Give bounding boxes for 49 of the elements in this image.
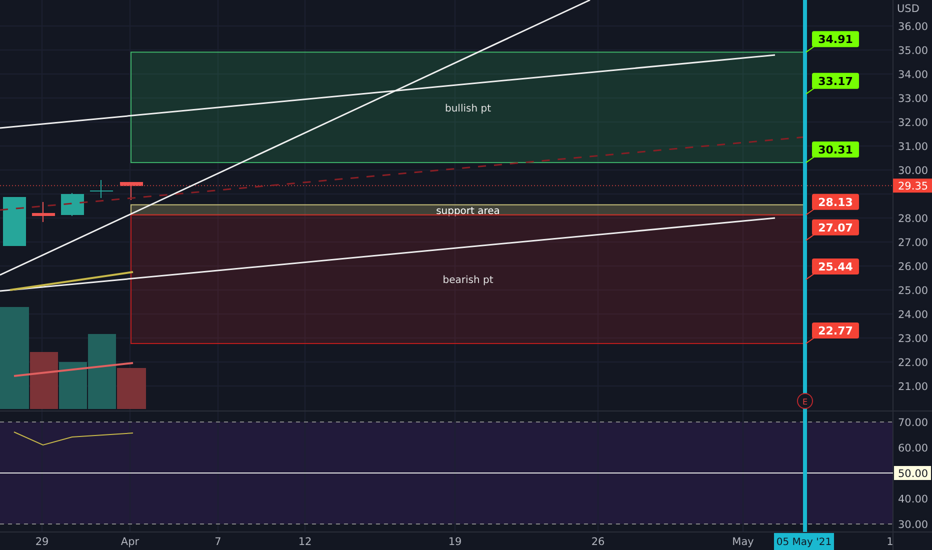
time-tick: 29 bbox=[35, 536, 49, 548]
price-target-label: 25.44 bbox=[812, 258, 859, 274]
leader-line bbox=[806, 86, 816, 94]
price-tick: 32.00 bbox=[898, 117, 928, 129]
price-target-label: 28.13 bbox=[812, 194, 859, 210]
leader-line bbox=[806, 155, 816, 164]
rsi-tick: 30.00 bbox=[898, 519, 928, 531]
rsi-tick: 70.00 bbox=[898, 417, 928, 429]
zone-label: bullish pt bbox=[445, 103, 491, 114]
price-target-label: 22.77 bbox=[812, 322, 859, 339]
price-tick: 28.00 bbox=[898, 213, 928, 225]
price-tick: 22.00 bbox=[898, 357, 928, 369]
price-tick: 35.00 bbox=[898, 45, 928, 57]
price-tick: 30.00 bbox=[898, 165, 928, 177]
time-tick: May bbox=[732, 536, 754, 548]
leader-line bbox=[806, 336, 816, 344]
price-tick: 24.00 bbox=[898, 309, 928, 321]
time-tick: Apr bbox=[120, 536, 140, 548]
rsi-tick: 60.00 bbox=[898, 442, 928, 454]
time-tick: 26 bbox=[591, 536, 605, 548]
rsi-tick: 40.00 bbox=[898, 494, 928, 506]
rsi-midline-label: 50.00 bbox=[894, 466, 931, 480]
price-tick: 25.00 bbox=[898, 285, 928, 297]
price-tick: 21.00 bbox=[898, 381, 928, 393]
time-tick: 1 bbox=[886, 536, 894, 548]
leader-line bbox=[806, 44, 816, 53]
leader-line bbox=[806, 232, 816, 241]
zone-label: support area bbox=[436, 206, 500, 217]
price-target-label: 30.31 bbox=[812, 142, 859, 158]
price-target-label: 27.07 bbox=[812, 219, 859, 236]
price-tick: 26.00 bbox=[898, 261, 928, 273]
leader-line bbox=[806, 272, 816, 280]
price-target-label: 33.17 bbox=[812, 72, 859, 89]
time-tick: 7 bbox=[214, 536, 222, 548]
price-tick: 31.00 bbox=[898, 141, 928, 153]
date-cursor-label: 05 May '21 bbox=[774, 533, 834, 550]
price-tick: 36.00 bbox=[898, 21, 928, 33]
last-price-label: 29.35 bbox=[893, 178, 932, 193]
price-tick: 34.00 bbox=[898, 69, 928, 81]
time-tick: 12 bbox=[298, 536, 312, 548]
earnings-marker: E bbox=[797, 393, 813, 409]
price-tick: 23.00 bbox=[898, 333, 928, 345]
price-tick: 27.00 bbox=[898, 237, 928, 249]
zone-label: bearish pt bbox=[442, 275, 494, 286]
currency-label: USD bbox=[897, 3, 920, 15]
leader-line bbox=[806, 207, 816, 216]
price-tick: 33.00 bbox=[898, 93, 928, 105]
time-tick: 19 bbox=[448, 536, 462, 548]
price-target-label: 34.91 bbox=[812, 31, 859, 48]
